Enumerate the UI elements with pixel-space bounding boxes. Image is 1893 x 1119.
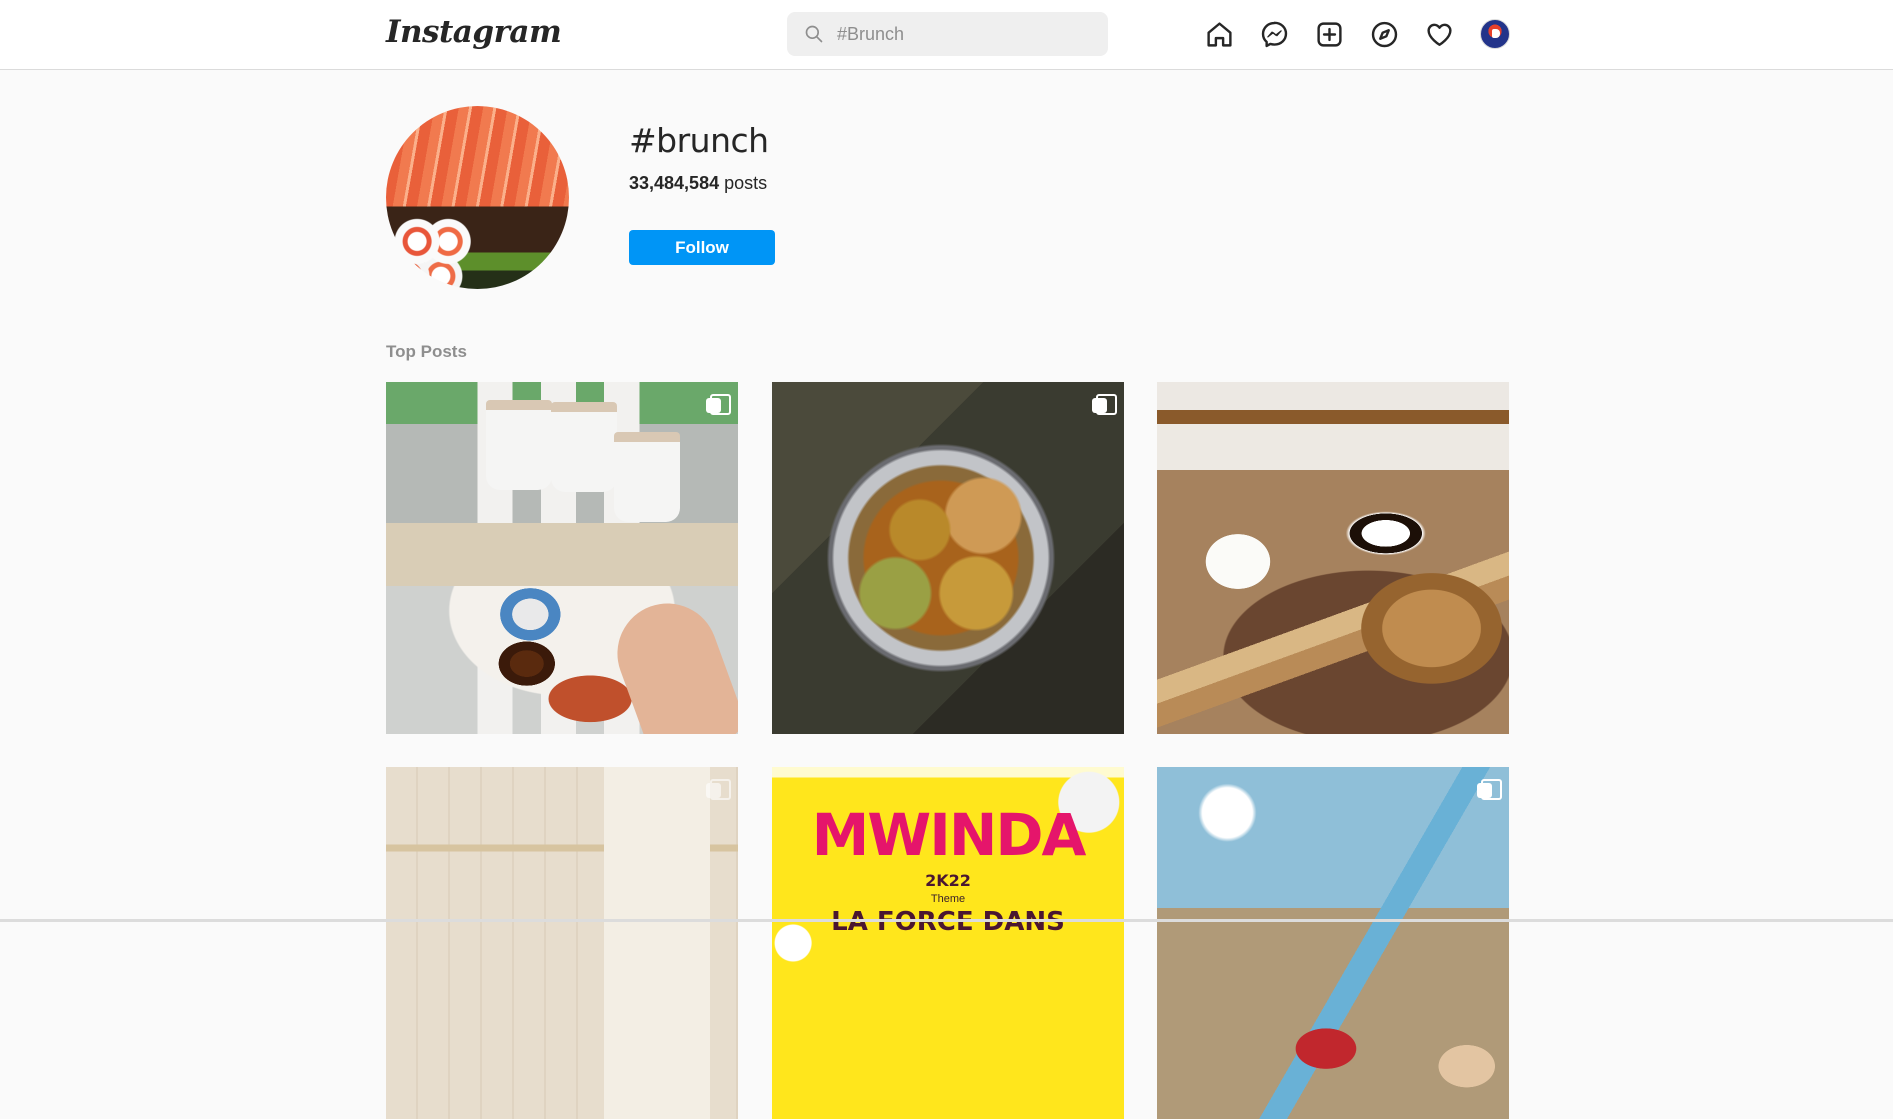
follow-button[interactable]: Follow (629, 230, 775, 265)
post-image-detail (603, 589, 738, 734)
carousel-icon (706, 779, 731, 801)
poster-theme-label: Theme (930, 893, 966, 905)
post-count-label: posts (719, 173, 768, 193)
hashtag-title: #brunch (629, 121, 769, 160)
carousel-icon (706, 394, 731, 416)
hashtag-profile-image (386, 106, 569, 289)
post-count-number: 33,484,584 (629, 173, 720, 193)
top-navigation-bar: Instagram (0, 0, 1893, 70)
explore-icon[interactable] (1368, 18, 1400, 50)
search-input[interactable] (837, 12, 1097, 56)
carousel-icon (1477, 779, 1502, 801)
activity-heart-icon[interactable] (1423, 18, 1455, 50)
post-image-detail (486, 400, 552, 490)
profile-avatar[interactable] (1480, 19, 1510, 49)
instagram-logo[interactable]: Instagram (386, 14, 562, 50)
post-thumbnail[interactable] (386, 382, 738, 734)
poster-title: MWINDA (811, 801, 1087, 869)
post-count: 33,484,584 posts (629, 173, 767, 194)
new-post-icon[interactable] (1313, 18, 1345, 50)
post-thumbnail[interactable] (386, 767, 738, 1119)
poster-year: 2K22 (925, 871, 971, 890)
carousel-icon (1092, 394, 1117, 416)
post-image-detail (614, 432, 680, 522)
post-thumbnail[interactable] (1157, 767, 1509, 1119)
post-thumbnail[interactable] (772, 382, 1124, 734)
messenger-icon[interactable] (1258, 18, 1290, 50)
search-icon (805, 25, 823, 43)
search-box[interactable] (787, 12, 1108, 56)
post-thumbnail[interactable] (1157, 382, 1509, 734)
home-icon[interactable] (1203, 18, 1235, 50)
top-posts-heading: Top Posts (386, 342, 467, 361)
post-image-detail (551, 402, 617, 492)
poster-bottom-text: LA FORCE DANS (831, 907, 1065, 937)
post-thumbnail[interactable]: MWINDA 2K22 Theme LA FORCE DANS (772, 767, 1124, 1119)
